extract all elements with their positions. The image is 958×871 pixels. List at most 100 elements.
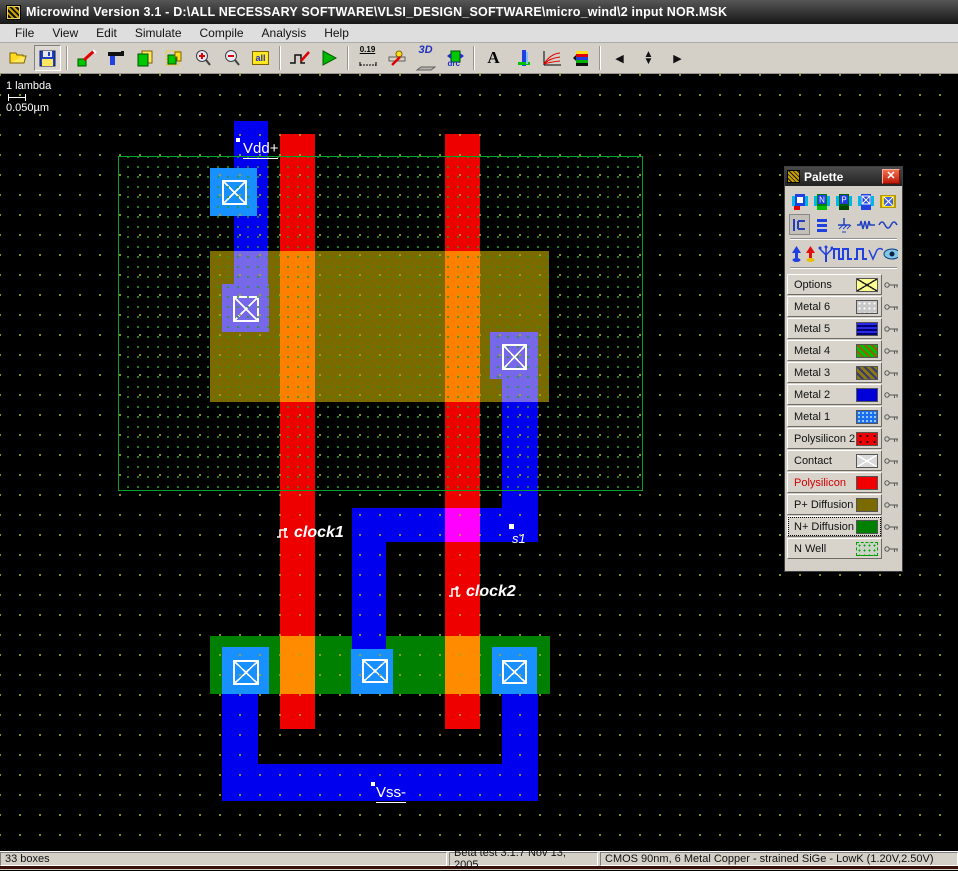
shape-poly2-over-ndiff[interactable] — [445, 636, 480, 694]
visibility-button[interactable] — [883, 244, 898, 263]
zoom-out-button[interactable] — [218, 45, 245, 71]
layer-button-metal5[interactable]: Metal 5 — [787, 318, 882, 339]
shape-contact-pad-right-upper[interactable] — [490, 332, 538, 379]
draw-button[interactable] — [73, 45, 100, 71]
shape-contact-pad-right-lower[interactable] — [502, 379, 538, 402]
sine-button[interactable] — [868, 244, 883, 263]
layer-lock-metal6[interactable] — [882, 296, 900, 317]
layer-button-metal1[interactable]: Metal 1 — [787, 406, 882, 427]
layer-button-polysilicon[interactable]: Polysilicon — [787, 472, 882, 493]
view-all-button[interactable]: all — [247, 45, 274, 71]
shape-ndiff-contact-mid[interactable] — [351, 649, 393, 694]
resistor-button[interactable] — [855, 214, 876, 235]
text-button[interactable]: A — [480, 45, 507, 71]
shape-via-pad-top[interactable] — [210, 168, 257, 216]
layer-lock-polysilicon[interactable] — [882, 472, 900, 493]
shape-poly-gate1-bottom[interactable] — [280, 694, 315, 729]
ground-symbol-button[interactable] — [833, 214, 854, 235]
layer-lock-metal3[interactable] — [882, 362, 900, 383]
layer-lock-contact[interactable] — [882, 450, 900, 471]
layer-lock-polysilicon2[interactable] — [882, 428, 900, 449]
shape-ndiff-contact-left[interactable] — [222, 647, 269, 694]
metal2-swatch — [856, 387, 878, 402]
menu-file[interactable]: File — [6, 24, 43, 42]
menu-simulate[interactable]: Simulate — [126, 24, 191, 42]
copy-button[interactable] — [131, 45, 158, 71]
layer-lock-metal4[interactable] — [882, 340, 900, 361]
shape-poly-gate2-top[interactable] — [445, 134, 480, 251]
shape-poly-gate1-mid[interactable] — [280, 402, 315, 636]
layer-button-polysilicon2[interactable]: Polysilicon 2 — [787, 428, 882, 449]
delete-button[interactable] — [102, 45, 129, 71]
layer-button-metal3[interactable]: Metal 3 — [787, 362, 882, 383]
shape-poly-gate1-top[interactable] — [280, 134, 315, 251]
layer-button-ndiffusion[interactable]: N+ Diffusion — [787, 516, 882, 537]
paste-button[interactable] — [160, 45, 187, 71]
view-3d-button[interactable]: 3D — [412, 44, 439, 71]
layer-lock-ndiffusion[interactable] — [882, 516, 900, 537]
menu-help[interactable]: Help — [315, 24, 358, 42]
open-button[interactable] — [5, 45, 32, 71]
layer-lock-metal1[interactable] — [882, 406, 900, 427]
layer-button-metal4[interactable]: Metal 4 — [787, 340, 882, 361]
shape-poly1-over-pdiff[interactable] — [280, 251, 315, 402]
node-tree-button[interactable] — [818, 244, 833, 263]
layer-button-nwell[interactable]: N Well — [787, 538, 882, 559]
nav-right-button[interactable]: ▶ — [664, 45, 691, 71]
iv-curve-button[interactable] — [538, 45, 565, 71]
layer-button-metal2[interactable]: Metal 2 — [787, 384, 882, 405]
layer-button-options[interactable]: Options — [787, 274, 882, 295]
rise-node-button[interactable] — [789, 244, 803, 263]
shape-poly-gate2-mid[interactable] — [445, 402, 480, 508]
nav-left-button[interactable]: ◀ — [606, 45, 633, 71]
metal-contact-button[interactable] — [855, 191, 876, 212]
process-steps-button[interactable] — [567, 45, 594, 71]
shape-metal2-output-horizontal-left[interactable] — [352, 508, 445, 542]
run-simulation-button[interactable] — [315, 45, 342, 71]
nav-updown-button[interactable]: ▲ ▼ — [635, 45, 662, 71]
shape-poly-gate2-bottom[interactable] — [445, 694, 480, 729]
drc-button[interactable]: drc — [441, 45, 468, 71]
shape-metal2-over-poly2[interactable] — [445, 508, 480, 542]
layer-button-pdiffusion[interactable]: P+ Diffusion — [787, 494, 882, 515]
palette-close-button[interactable]: ✕ — [882, 169, 900, 184]
mos-characteristics-button[interactable] — [509, 45, 536, 71]
layer-lock-options[interactable] — [882, 274, 900, 295]
shape-metal2-output-down[interactable] — [352, 542, 386, 649]
clock-pulse-button[interactable] — [832, 243, 853, 264]
shape-ndiff-contact-right[interactable] — [492, 647, 537, 694]
palette-title-bar[interactable]: Palette ✕ — [785, 167, 902, 186]
status-bar: 33 boxes Beta test 3.1.7 Nov 13, 2005 CM… — [0, 847, 958, 871]
layer-button-metal6[interactable]: Metal 6 — [787, 296, 882, 317]
metal-bus-button[interactable] — [811, 214, 832, 235]
wave-source-button[interactable] — [877, 214, 898, 235]
n-diffusion-contact-button[interactable]: N — [811, 191, 832, 212]
shape-metal2-over-pdiff[interactable] — [234, 251, 268, 284]
shape-contact-pad-left[interactable] — [222, 284, 269, 332]
measure-button[interactable]: 0.19 — [354, 45, 381, 71]
layer-lock-metal5[interactable] — [882, 318, 900, 339]
layout-canvas[interactable]: 1 lambda 0.050µm Vdd+ clock1 s1 clock2 V… — [0, 74, 958, 851]
poly-metal-via-button[interactable] — [877, 191, 898, 212]
menu-analysis[interactable]: Analysis — [253, 24, 316, 42]
micron-label: 0.050µm — [6, 102, 50, 114]
layer-lock-metal2[interactable] — [882, 384, 900, 405]
layer-button-contact[interactable]: Contact — [787, 450, 882, 471]
shape-poly2-over-pdiff[interactable] — [445, 251, 480, 402]
menu-compile[interactable]: Compile — [191, 24, 253, 42]
layer-lock-pdiffusion[interactable] — [882, 494, 900, 515]
supply-node-button[interactable] — [803, 244, 817, 263]
via-contact-button[interactable] — [789, 191, 810, 212]
menu-view[interactable]: View — [43, 24, 87, 42]
layer-lock-nwell[interactable] — [882, 538, 900, 559]
save-button[interactable] — [34, 45, 61, 71]
shape-metal2-output-vertical[interactable] — [502, 402, 538, 508]
shape-poly1-over-ndiff[interactable] — [280, 636, 315, 694]
cross-section-button[interactable] — [383, 45, 410, 71]
simulate-button[interactable] — [286, 45, 313, 71]
menu-edit[interactable]: Edit — [87, 24, 126, 42]
mos-generator-button[interactable] — [789, 214, 810, 235]
p-diffusion-contact-button[interactable]: P — [833, 191, 854, 212]
zoom-in-button[interactable] — [189, 45, 216, 71]
pulse-button[interactable] — [853, 244, 868, 263]
